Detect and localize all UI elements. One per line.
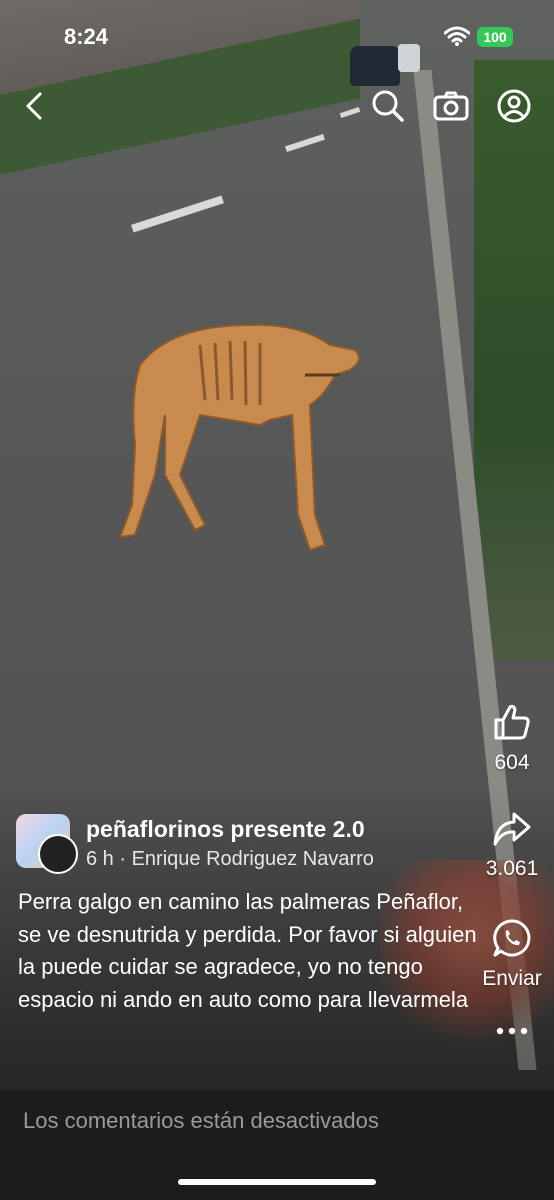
whatsapp-send-button[interactable]: Enviar — [480, 918, 544, 991]
status-time: 8:24 — [64, 24, 109, 49]
chevron-left-icon — [26, 92, 42, 120]
status-bar: 8:24 100 — [0, 22, 554, 54]
post-caption: Perra galgo en camino las palmeras Peñaf… — [18, 889, 477, 1012]
like-button[interactable]: 604 — [480, 702, 544, 775]
home-indicator[interactable] — [178, 1179, 376, 1185]
grass-right — [474, 60, 554, 660]
lane-marking — [131, 195, 224, 233]
camera-button[interactable] — [433, 88, 469, 124]
thumbs-up-icon — [494, 704, 530, 740]
comments-disabled-text: Los comentarios están desactivados — [23, 1108, 379, 1133]
search-button[interactable] — [370, 88, 406, 124]
back-button[interactable] — [16, 88, 52, 124]
send-label: Enviar — [482, 967, 542, 990]
like-count: 604 — [494, 751, 530, 774]
wifi-icon — [443, 26, 471, 51]
dog-image — [118, 323, 360, 552]
camera-icon — [433, 91, 469, 121]
search-icon — [372, 90, 404, 122]
more-button[interactable] — [480, 1024, 544, 1043]
author-avatar[interactable] — [38, 834, 78, 874]
top-bar — [0, 88, 554, 124]
lane-marking — [285, 133, 325, 153]
profile-icon — [497, 89, 531, 123]
profile-button[interactable] — [496, 88, 532, 124]
share-button[interactable]: 3.061 — [480, 810, 544, 881]
share-count: 3.061 — [485, 857, 539, 880]
whatsapp-icon — [493, 919, 531, 957]
battery-indicator: 100 — [477, 27, 513, 47]
post-meta: 6 h · Enrique Rodriguez Navarro — [86, 848, 374, 870]
more-icon — [496, 1027, 528, 1035]
share-icon — [493, 812, 531, 846]
page-name[interactable]: peñaflorinos presente 2.0 — [86, 816, 365, 843]
